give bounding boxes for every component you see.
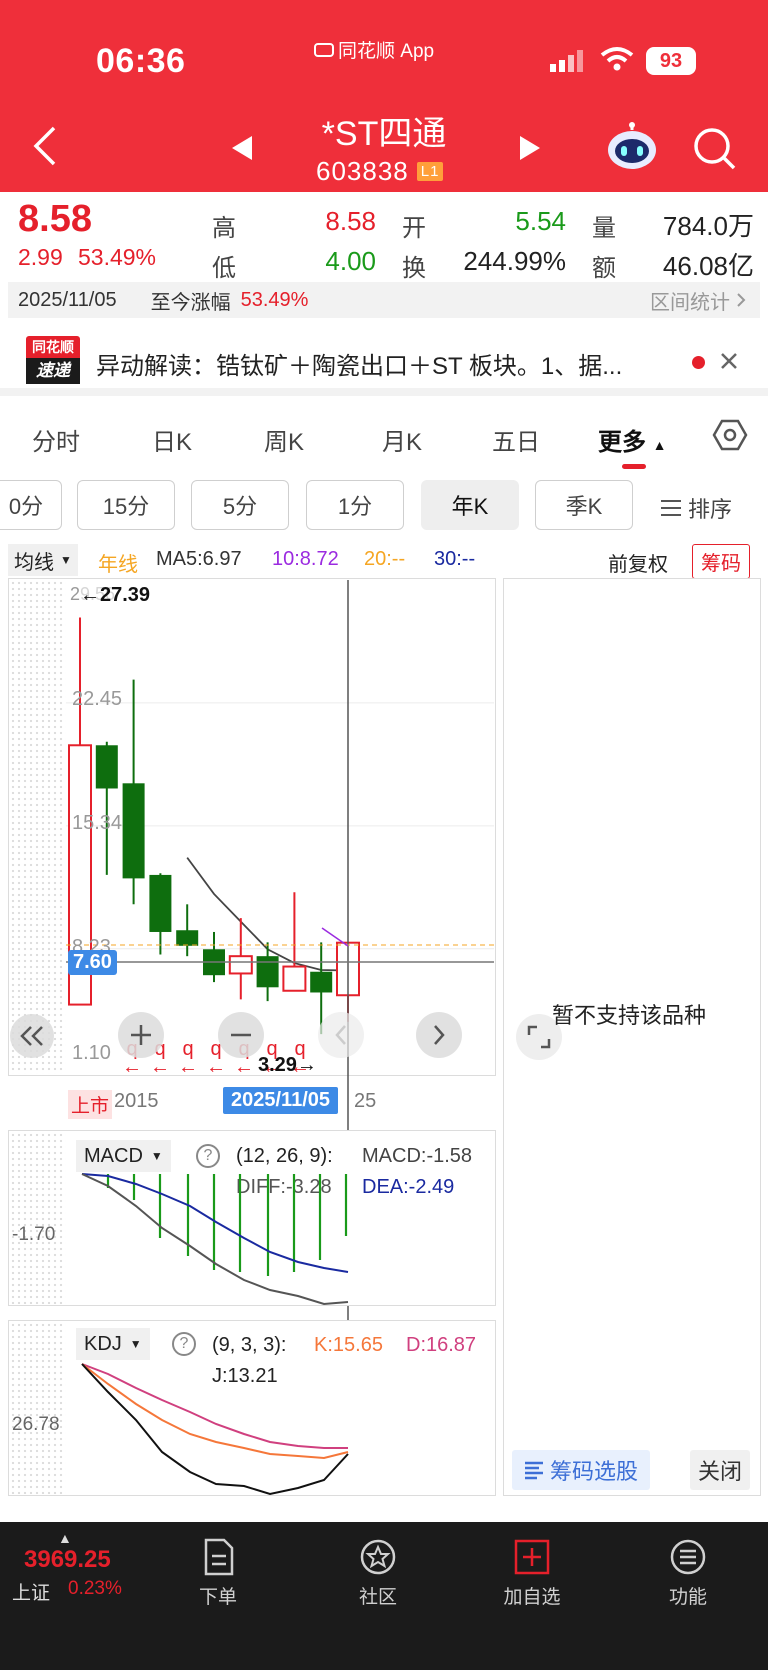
nav-add-watchlist[interactable]: 加自选 — [492, 1538, 572, 1609]
nav-order[interactable]: 下单 — [178, 1538, 258, 1609]
bottom-nav: ▲ 3969.25 上证 0.23% 下单 社区 加自选 功能 — [0, 1522, 768, 1670]
index-name: 上证 — [12, 1583, 51, 1604]
kdj-chart — [81, 1363, 349, 1496]
document-icon — [204, 1538, 234, 1576]
index-change: 0.23% — [68, 1578, 122, 1599]
kdj-k-line — [81, 1363, 349, 1460]
kdj-j-line — [81, 1363, 349, 1496]
menu-circle-icon — [670, 1539, 706, 1575]
community-star-icon — [360, 1539, 396, 1575]
nav-community[interactable]: 社区 — [338, 1538, 418, 1609]
nav-functions[interactable]: 功能 — [648, 1538, 728, 1609]
add-box-icon — [514, 1539, 550, 1575]
index-caret-icon: ▲ — [58, 1530, 72, 1546]
index-value[interactable]: 3969.25 — [24, 1546, 111, 1574]
